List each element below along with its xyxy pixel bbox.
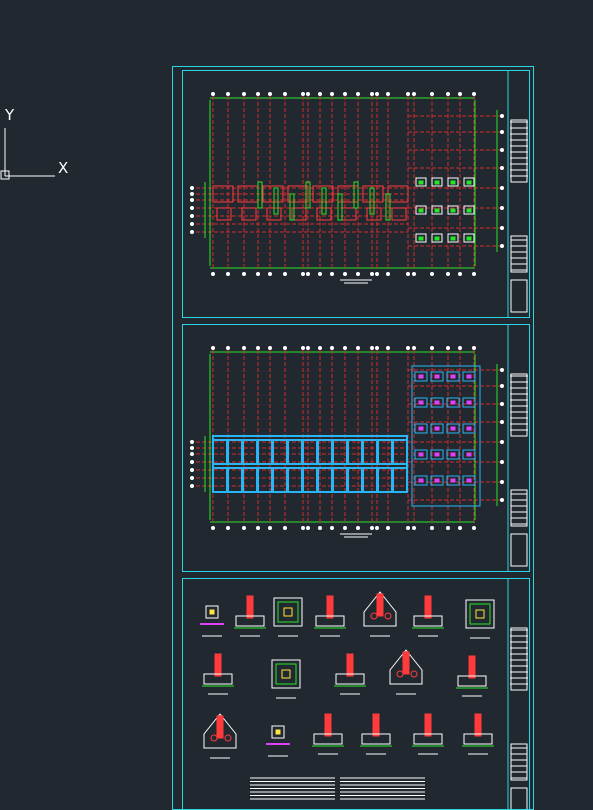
ucs-y-label: Y xyxy=(5,106,15,124)
foundation-details-sheet[interactable] xyxy=(182,578,530,810)
foundation-plan-sheet-1[interactable] xyxy=(182,70,530,318)
ucs-x-label: X xyxy=(58,159,69,177)
foundation-plan-sheet-2[interactable] xyxy=(182,324,530,572)
